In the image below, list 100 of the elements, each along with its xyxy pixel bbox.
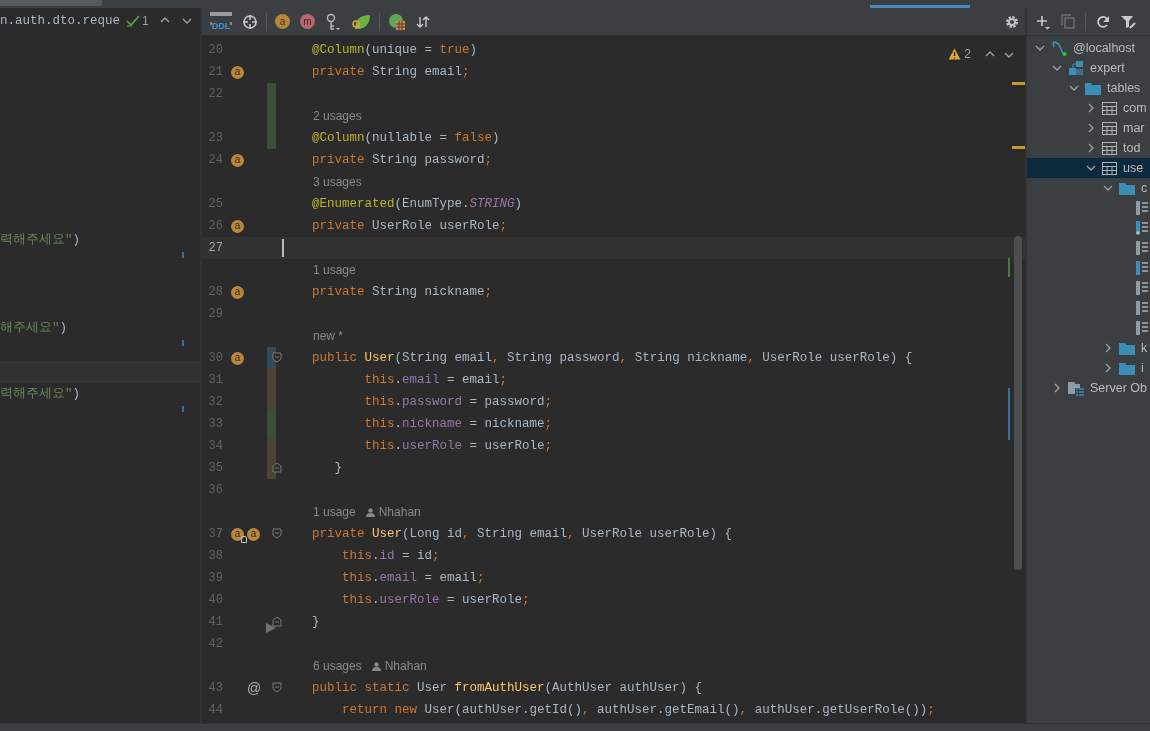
unfold-icon[interactable] [272,462,282,473]
line-number: 35 [207,461,223,475]
line-number: 36 [207,483,223,497]
tree-label[interactable]: expert [1090,61,1125,75]
change-marker[interactable] [267,369,276,391]
code-line: private String email; [311,64,470,81]
fold-icon[interactable] [272,682,282,693]
settings-icon[interactable] [1005,14,1019,29]
tree-label[interactable]: k [1141,341,1148,355]
chevron-down-icon[interactable] [1103,183,1113,193]
line-number: 21 [207,65,223,79]
code-line: this.email = email; [341,570,485,587]
usages-hint[interactable]: 3 usages [313,175,362,189]
tree-label[interactable]: tables [1107,81,1141,95]
code-line: @Enumerated(EnumType.STRING) [311,196,523,213]
field-badge[interactable]: a [231,65,244,79]
usages-hint[interactable]: new * [313,329,344,343]
usages-hint[interactable]: 1 usage [313,263,356,277]
globe-table-icon[interactable] [388,12,406,31]
chevron-down-icon[interactable] [1069,83,1079,93]
code-line: this.userRole = userRole; [363,438,553,455]
warning-icon [948,48,962,60]
add-icon[interactable] [1035,13,1051,30]
code-line: private User(Long id, String email, UserRole userRole) { [311,526,733,543]
tree-row[interactable]: expert [1027,58,1150,78]
tree-label[interactable]: tod [1123,141,1141,155]
tree-label[interactable]: i [1141,361,1144,375]
change-marker[interactable] [267,83,276,105]
tree-row[interactable]: com [1027,98,1150,118]
database-icon [1051,40,1067,56]
bean-dropdown[interactable]: a [275,14,290,29]
line-number: 43 [207,681,223,695]
chevron-down-icon[interactable] [1052,63,1062,73]
selected-tree-row[interactable]: use [1027,158,1150,178]
filter-settings-icon[interactable] [1120,14,1136,29]
field-badge[interactable]: a [247,527,260,541]
chevron-right-icon[interactable] [1086,143,1096,153]
field-key-badge[interactable]: a [231,527,244,541]
tree-row[interactable]: c [1027,178,1150,198]
leaf-icon[interactable] [351,12,371,31]
sort-icon[interactable] [416,14,430,29]
usages-hint[interactable]: 2 usages [313,109,362,123]
usages-hint[interactable]: 1 usage [313,505,356,519]
table-icon [1102,141,1117,155]
chevron-right-icon[interactable] [1103,343,1113,353]
line-number: 37 [207,527,223,541]
tree-row[interactable]: i [1027,358,1150,378]
change-marker[interactable] [267,413,276,435]
refresh-icon[interactable] [1096,14,1110,29]
crosshair-icon[interactable] [242,13,258,30]
code-line: } [333,460,342,477]
chevron-right-icon[interactable] [1052,383,1062,393]
method-dropdown[interactable]: m [300,14,315,29]
server-objects-icon [1068,380,1084,396]
field-badge[interactable]: a [231,219,244,233]
scrollbar-thumb[interactable] [1014,236,1022,570]
code-line: } [311,614,320,631]
key-icon[interactable] [325,12,341,31]
warning-count[interactable]: 2 [964,47,971,61]
fold-icon[interactable] [272,352,282,363]
chevron-right-icon[interactable] [1103,363,1113,373]
change-marker[interactable] [267,435,276,457]
change-marker[interactable] [267,391,276,413]
chevron-down-icon[interactable] [1035,43,1045,53]
tree-row[interactable]: @localhost [1027,38,1150,58]
code-line: return new User(authUser.getId(), authUser.getEmail(), authUser.getUserRole()); [341,702,935,719]
field-badge[interactable]: a [231,285,244,299]
line-number: 26 [207,219,223,233]
ddl-icon[interactable]: DDL [210,12,232,31]
field-badge[interactable]: a [231,351,244,365]
field-badge[interactable]: a [231,153,244,167]
table-icon [1102,121,1117,135]
line-number: 30 [207,351,223,365]
tree-row[interactable]: k [1027,338,1150,358]
line-number: 33 [207,417,223,431]
tree-label[interactable]: com [1123,101,1147,115]
unfold-icon[interactable] [272,616,282,627]
tree-row[interactable]: mar [1027,118,1150,138]
author-hint[interactable]: Nhahan [378,505,421,519]
tree-label[interactable]: Server Ob [1090,381,1147,395]
change-marker[interactable] [267,127,276,149]
file-path: n.auth.dto.reque [0,13,121,28]
column-icon [1136,241,1148,255]
tree-label[interactable]: use [1123,161,1144,175]
line-number: 31 [207,373,223,387]
tree-row[interactable]: Server Ob [1027,378,1150,398]
tree-label[interactable]: @localhost [1073,41,1136,55]
tree-row[interactable]: tod [1027,138,1150,158]
fold-icon[interactable] [272,528,282,539]
chevron-right-icon[interactable] [1086,103,1096,113]
override-marker[interactable]: @ [247,680,262,696]
tree-label[interactable]: mar [1123,121,1145,135]
tree-row[interactable]: tables [1027,78,1150,98]
folder-icon [1119,361,1135,375]
chevron-down-icon[interactable] [1086,163,1096,173]
chevron-right-icon[interactable] [1086,123,1096,133]
usages-hint[interactable]: 6 usages [313,659,362,673]
author-hint[interactable]: Nhahan [384,659,427,673]
tree-label[interactable]: c [1141,181,1148,195]
column-icon [1136,201,1148,215]
